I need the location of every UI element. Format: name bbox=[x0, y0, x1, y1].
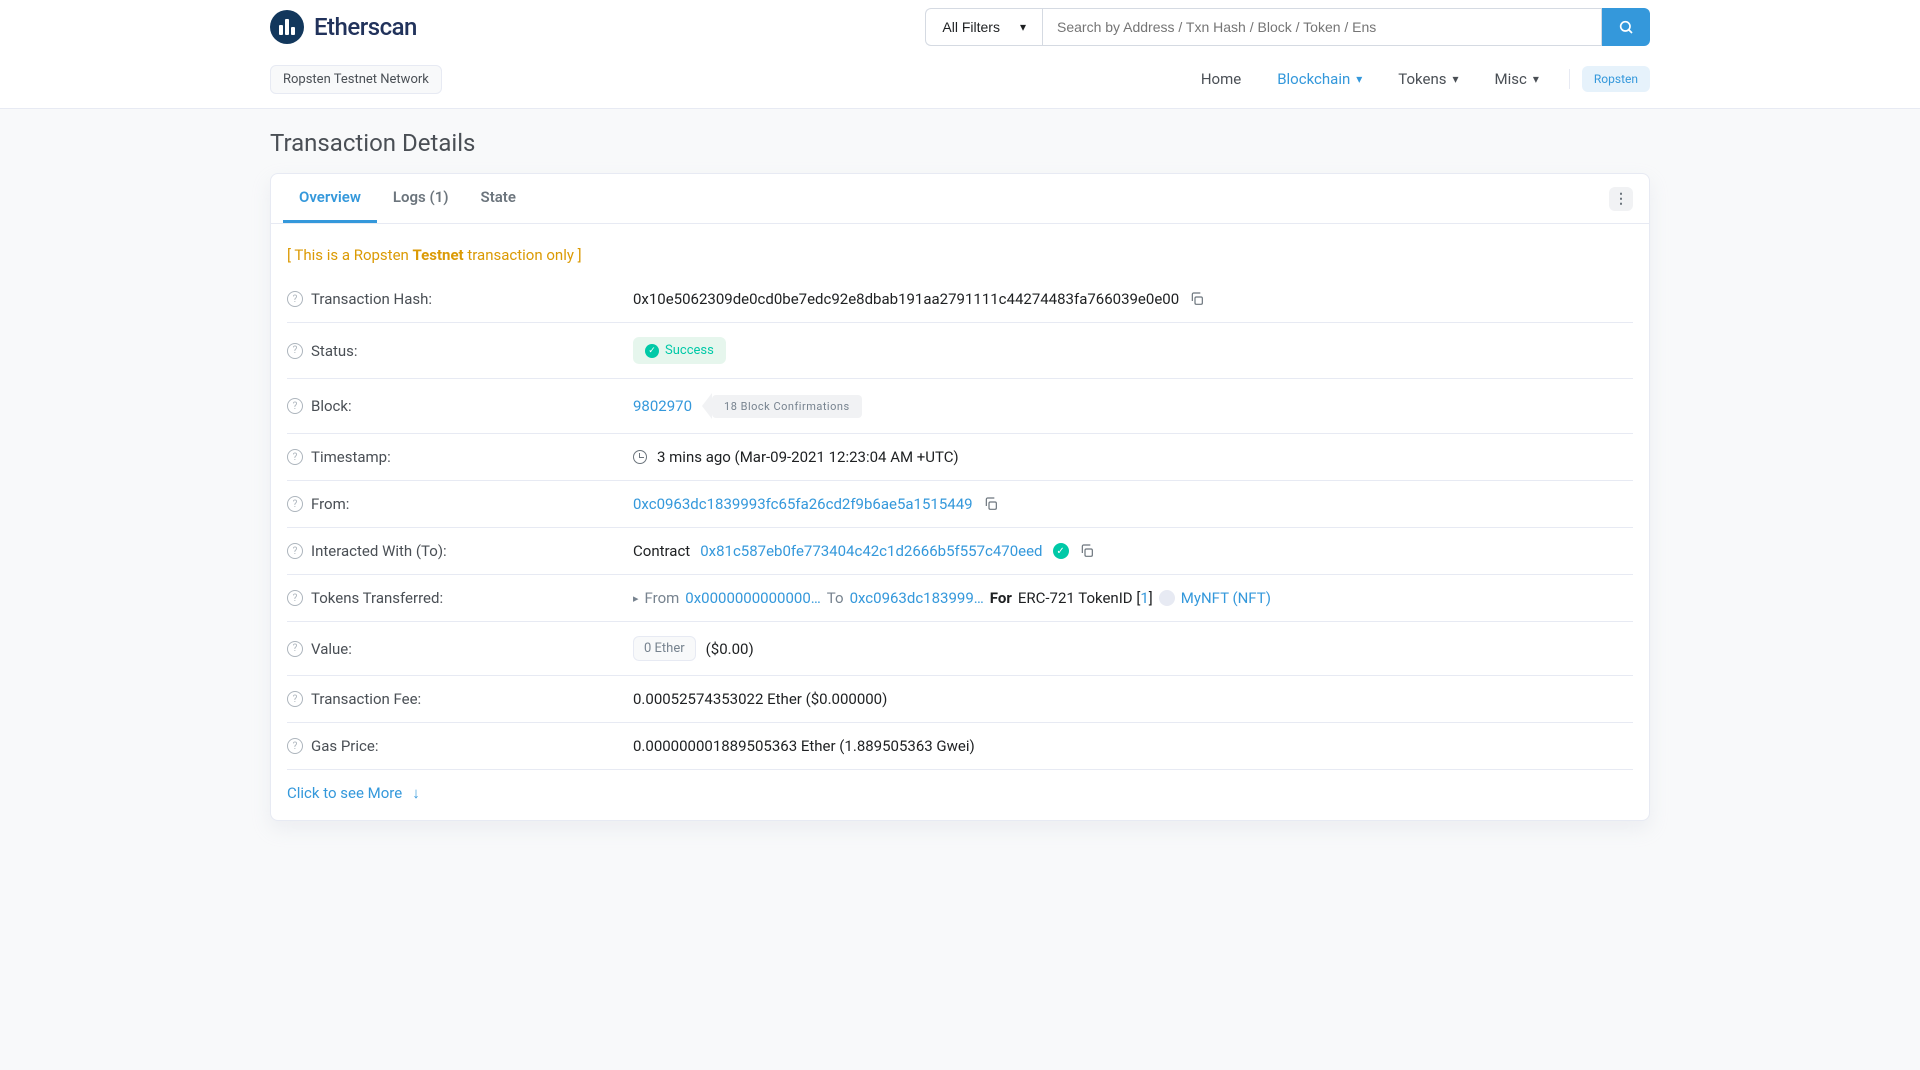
label-gas: Gas Price: bbox=[311, 737, 378, 755]
label-from: From: bbox=[311, 495, 349, 513]
caret-right-icon: ▸ bbox=[633, 592, 639, 605]
status-badge: ✓ Success bbox=[633, 337, 726, 364]
value-usd: ($0.00) bbox=[706, 640, 754, 658]
tab-overview[interactable]: Overview bbox=[283, 174, 377, 223]
check-circle-icon: ✓ bbox=[645, 344, 659, 358]
help-icon[interactable]: ? bbox=[287, 291, 303, 307]
label-status: Status: bbox=[311, 342, 358, 360]
help-icon[interactable]: ? bbox=[287, 543, 303, 559]
help-icon[interactable]: ? bbox=[287, 691, 303, 707]
help-icon[interactable]: ? bbox=[287, 496, 303, 512]
transfer-from-link[interactable]: 0x0000000000000… bbox=[685, 589, 821, 607]
token-name-link[interactable]: MyNFT (NFT) bbox=[1181, 589, 1271, 607]
row-from: ? From: 0xc0963dc1839993fc65fa26cd2f9b6ae… bbox=[287, 481, 1633, 528]
transfer-for-label: For bbox=[990, 589, 1012, 607]
copy-icon[interactable] bbox=[983, 496, 999, 512]
label-hash: Transaction Hash: bbox=[311, 290, 432, 308]
transaction-card: Overview Logs (1) State ⋮ [ This is a Ro… bbox=[270, 173, 1650, 821]
row-block: ? Block: 9802970 18 Block Confirmations bbox=[287, 379, 1633, 434]
row-tokens-transferred: ? Tokens Transferred: ▸ From 0x0000000000… bbox=[287, 575, 1633, 622]
help-icon[interactable]: ? bbox=[287, 738, 303, 754]
nav-divider bbox=[1569, 69, 1570, 89]
nav-misc[interactable]: Misc▾ bbox=[1477, 62, 1557, 96]
token-icon bbox=[1159, 590, 1175, 606]
network-badge: Ropsten Testnet Network bbox=[270, 65, 442, 94]
chevron-down-icon: ▾ bbox=[1453, 72, 1459, 86]
row-hash: ? Transaction Hash: 0x10e5062309de0cd0be7… bbox=[287, 276, 1633, 323]
arrow-down-icon: ↓ bbox=[412, 784, 420, 802]
transfer-from-label: From bbox=[645, 589, 680, 607]
search-filter-label: All Filters bbox=[942, 19, 1000, 35]
help-icon[interactable]: ? bbox=[287, 449, 303, 465]
to-address-link[interactable]: 0x81c587eb0fe773404c42c1d2666b5f557c470e… bbox=[700, 542, 1042, 560]
row-to: ? Interacted With (To): Contract 0x81c587… bbox=[287, 528, 1633, 575]
value-pill: 0 Ether bbox=[633, 636, 696, 661]
help-icon[interactable]: ? bbox=[287, 641, 303, 657]
row-timestamp: ? Timestamp: 3 mins ago (Mar-09-2021 12:2… bbox=[287, 434, 1633, 481]
logo-icon bbox=[270, 10, 304, 44]
label-block: Block: bbox=[311, 397, 352, 415]
erc-label: ERC-721 TokenID [1] bbox=[1018, 589, 1153, 607]
transfer-to-label: To bbox=[827, 589, 844, 607]
brand-logo[interactable]: Etherscan bbox=[270, 10, 417, 44]
gas-value: 0.000000001889505363 Ether (1.889505363 … bbox=[633, 737, 975, 755]
tab-state[interactable]: State bbox=[465, 174, 532, 223]
kebab-icon: ⋮ bbox=[1614, 191, 1628, 207]
block-link[interactable]: 9802970 bbox=[633, 397, 692, 415]
help-icon[interactable]: ? bbox=[287, 590, 303, 606]
row-fee: ? Transaction Fee: 0.00052574353022 Ether… bbox=[287, 676, 1633, 723]
txn-hash: 0x10e5062309de0cd0be7edc92e8dbab191aa279… bbox=[633, 290, 1179, 308]
label-value: Value: bbox=[311, 640, 352, 658]
verified-icon: ✓ bbox=[1053, 543, 1069, 559]
page-title: Transaction Details bbox=[270, 129, 1650, 157]
label-to: Interacted With (To): bbox=[311, 542, 447, 560]
ropsten-badge[interactable]: Ropsten bbox=[1582, 66, 1650, 92]
label-fee: Transaction Fee: bbox=[311, 690, 421, 708]
timestamp-value: 3 mins ago (Mar-09-2021 12:23:04 AM +UTC… bbox=[657, 448, 959, 466]
copy-icon[interactable] bbox=[1079, 543, 1095, 559]
fee-value: 0.00052574353022 Ether ($0.000000) bbox=[633, 690, 887, 708]
token-id-link[interactable]: 1 bbox=[1140, 589, 1148, 607]
nav-blockchain[interactable]: Blockchain▾ bbox=[1259, 62, 1380, 96]
chevron-down-icon: ▾ bbox=[1356, 72, 1362, 86]
to-prefix: Contract bbox=[633, 542, 690, 560]
see-more-button[interactable]: Click to see More ↓ bbox=[287, 770, 1633, 806]
card-menu-button[interactable]: ⋮ bbox=[1609, 187, 1633, 211]
help-icon[interactable]: ? bbox=[287, 343, 303, 359]
nav-home[interactable]: Home bbox=[1183, 62, 1259, 96]
row-gas: ? Gas Price: 0.000000001889505363 Ether (… bbox=[287, 723, 1633, 770]
row-value: ? Value: 0 Ether ($0.00) bbox=[287, 622, 1633, 676]
search-filter-dropdown[interactable]: All Filters ▾ bbox=[925, 8, 1042, 46]
tab-logs[interactable]: Logs (1) bbox=[377, 174, 465, 223]
search-icon bbox=[1618, 19, 1634, 35]
confirmations-badge: 18 Block Confirmations bbox=[702, 393, 862, 419]
help-icon[interactable]: ? bbox=[287, 398, 303, 414]
search-button[interactable] bbox=[1602, 8, 1650, 46]
transfer-to-link[interactable]: 0xc0963dc183999… bbox=[850, 589, 984, 607]
label-tokens: Tokens Transferred: bbox=[311, 589, 443, 607]
from-address-link[interactable]: 0xc0963dc1839993fc65fa26cd2f9b6ae5a15154… bbox=[633, 495, 973, 513]
main-nav: Home Blockchain▾ Tokens▾ Misc▾ Ropsten bbox=[1183, 62, 1650, 96]
row-status: ? Status: ✓ Success bbox=[287, 323, 1633, 379]
chevron-down-icon: ▾ bbox=[1020, 20, 1026, 34]
nav-tokens[interactable]: Tokens▾ bbox=[1380, 62, 1476, 96]
tabs: Overview Logs (1) State ⋮ bbox=[271, 174, 1649, 224]
testnet-notice: [ This is a Ropsten Testnet transaction … bbox=[287, 246, 1633, 264]
label-timestamp: Timestamp: bbox=[311, 448, 391, 466]
brand-text: Etherscan bbox=[314, 13, 417, 41]
copy-icon[interactable] bbox=[1189, 291, 1205, 307]
chevron-down-icon: ▾ bbox=[1533, 72, 1539, 86]
clock-icon bbox=[633, 450, 647, 464]
search-input[interactable] bbox=[1042, 8, 1602, 46]
